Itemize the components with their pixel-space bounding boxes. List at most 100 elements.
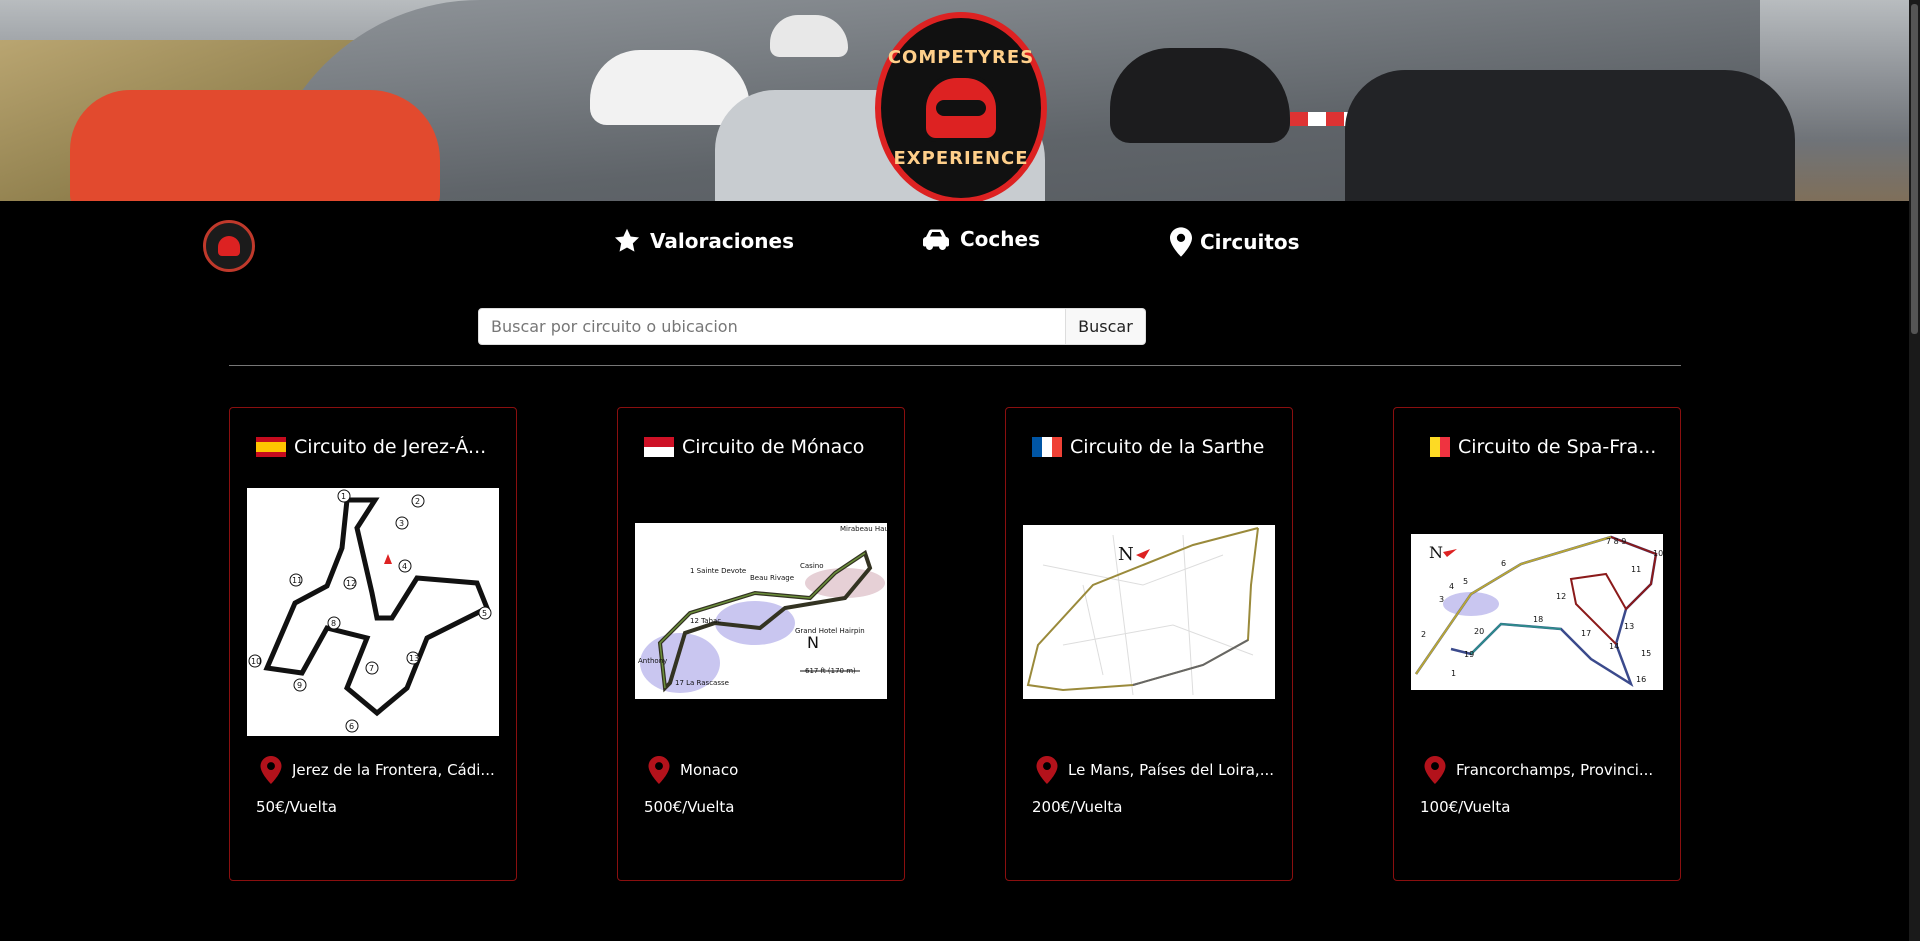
navbar: Valoraciones Coches Circuitos [0,201,1909,281]
circuit-title: Circuito de la Sarthe [1032,436,1274,458]
hero-logo: COMPETYRES EXPERIENCE [875,12,1047,201]
logo-bottom-text: EXPERIENCE [893,148,1029,169]
circuit-card[interactable]: Circuito de Jerez-Á... 1 2 3 4 5 6 7 8 9… [229,407,517,881]
svg-text:19: 19 [1464,650,1474,659]
circuit-price: 200€/Vuelta [1032,798,1123,816]
location-text: Monaco [680,761,739,779]
circuit-title: Circuito de Mónaco [644,436,886,458]
svg-text:18: 18 [1533,615,1543,624]
svg-text:Anthony: Anthony [638,657,667,665]
svg-text:14: 14 [1609,642,1619,651]
circuit-card[interactable]: Circuito de Mónaco 1 Sainte Devote Beau R… [617,407,905,881]
svg-text:6: 6 [349,722,354,731]
circuit-name: Circuito de la Sarthe [1070,436,1265,458]
svg-text:3: 3 [1439,595,1444,604]
belgium-flag-icon [1420,437,1450,457]
svg-text:12: 12 [346,579,356,588]
location-text: Francorchamps, Provinci... [1456,761,1654,779]
map-pin-icon [648,756,670,784]
svg-text:5: 5 [482,609,487,618]
circuit-title: Circuito de Spa-Fra... [1420,436,1662,458]
circuit-card[interactable]: Circuito de Spa-Fra... N 7 8 9 10 11 12 13 1… [1393,407,1681,881]
svg-text:Grand Hotel Hairpin: Grand Hotel Hairpin [795,627,865,635]
search-button[interactable]: Buscar [1066,308,1146,345]
svg-text:17: 17 [1581,629,1591,638]
scrollbar[interactable] [1909,0,1920,941]
location-text: Le Mans, Países del Loira,... [1068,761,1274,779]
helmet-icon [922,74,1000,142]
svg-text:13: 13 [409,654,419,663]
nav-item-coches[interactable]: Coches [920,227,1040,251]
nav-label: Circuitos [1200,230,1300,254]
svg-text:17 La Rascasse: 17 La Rascasse [675,679,729,687]
nav-logo[interactable] [203,220,255,272]
svg-text:6: 6 [1501,559,1506,568]
svg-text:12 Tabac: 12 Tabac [690,617,721,625]
map-pin-icon [260,756,282,784]
svg-text:4: 4 [1449,582,1454,591]
circuit-name: Circuito de Mónaco [682,436,865,458]
hero-banner: COMPETYRES EXPERIENCE [0,0,1909,201]
svg-text:11: 11 [1631,565,1641,574]
svg-text:N: N [807,633,819,652]
svg-text:3: 3 [399,519,404,528]
svg-text:1: 1 [341,492,346,501]
svg-text:2: 2 [415,497,420,506]
map-pin-icon [1170,227,1192,257]
location-text: Jerez de la Frontera, Cádi... [292,761,495,779]
black-car-front [1345,70,1795,201]
circuit-location: Francorchamps, Provinci... [1424,756,1666,784]
circuit-price: 50€/Vuelta [256,798,337,816]
nav-item-circuitos[interactable]: Circuitos [1170,227,1300,257]
svg-text:N: N [1118,544,1134,565]
circuit-title: Circuito de Jerez-Á... [256,436,498,458]
circuit-location: Le Mans, Países del Loira,... [1036,756,1278,784]
svg-text:N: N [1429,543,1443,562]
svg-text:1: 1 [1451,669,1456,678]
circuit-card[interactable]: Circuito de la Sarthe N Le Mans, Países … [1005,407,1293,881]
track-layout-le-mans: N [1026,527,1259,696]
circuit-price: 100€/Vuelta [1420,798,1511,816]
circuit-map: N [1023,525,1275,699]
svg-text:9: 9 [297,681,302,690]
divider [229,365,1681,366]
svg-text:11: 11 [292,576,302,585]
svg-text:2: 2 [1421,630,1426,639]
spain-flag-icon [256,437,286,457]
svg-text:Casino: Casino [800,562,824,570]
black-car [1110,48,1290,143]
logo-top-text: COMPETYRES [887,47,1035,68]
svg-text:5: 5 [1463,577,1468,586]
circuit-location: Jerez de la Frontera, Cádi... [260,756,502,784]
map-pin-icon [1036,756,1058,784]
svg-text:13: 13 [1624,622,1634,631]
map-pin-icon [1424,756,1446,784]
car-icon [923,229,949,250]
svg-text:Mirabeau Haut: Mirabeau Haut [840,525,887,533]
france-flag-icon [1032,437,1062,457]
nav-label: Coches [960,227,1040,251]
nav-label: Valoraciones [650,229,794,253]
svg-text:10: 10 [1653,549,1663,558]
helmet-icon [218,236,240,256]
circuit-map: 1 2 3 4 5 6 7 8 9 10 11 12 13 [247,488,499,736]
track-layout-monaco: 1 Sainte Devote Beau Rivage Casino Mirabea… [638,525,887,693]
track-layout-jerez: 1 2 3 4 5 6 7 8 9 10 11 12 13 [248,489,492,733]
svg-text:16: 16 [1636,675,1646,684]
circuit-map: N 7 8 9 10 11 12 13 14 15 16 17 18 19 20 123 456 [1411,534,1663,690]
circuit-name: Circuito de Jerez-Á... [294,436,487,458]
monaco-flag-icon [644,437,674,457]
svg-text:Beau Rivage: Beau Rivage [750,574,794,582]
red-car [70,90,440,201]
scrollbar-thumb[interactable] [1911,4,1918,334]
track-layout-spa: N 7 8 91011 121314 151617 181920 123 456 [1414,535,1663,688]
nav-item-valoraciones[interactable]: Valoraciones [612,227,794,255]
svg-text:12: 12 [1556,592,1566,601]
circuit-price: 500€/Vuelta [644,798,735,816]
circuit-map: 1 Sainte Devote Beau Rivage Casino Mirabea… [635,523,887,699]
search-input[interactable] [478,308,1066,345]
svg-text:8: 8 [331,619,336,628]
svg-text:7: 7 [369,664,374,673]
svg-text:7 8 9: 7 8 9 [1606,537,1626,546]
svg-text:20: 20 [1474,627,1484,636]
